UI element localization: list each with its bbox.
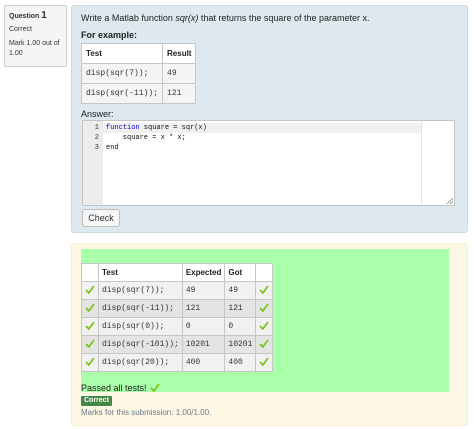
question-label: Question <box>9 13 40 20</box>
results-header-test: Test <box>98 263 183 282</box>
question-formulation: Write a Matlab function sqr(x) that retu… <box>71 5 468 233</box>
results-header-status <box>81 263 99 282</box>
results-pass-box: Test Expected Got disp(sqr(7)); 49 49 di… <box>81 249 449 394</box>
example-row: disp(sqr(-11)); 121 <box>80 83 197 104</box>
resize-handle-icon[interactable] <box>446 197 453 204</box>
code-text: square = sqr(x) <box>139 124 207 132</box>
check-icon <box>255 281 274 300</box>
code-line-1[interactable]: function square = sqr(x) <box>106 123 207 133</box>
editor-scrollbar[interactable] <box>421 121 454 205</box>
example-result-cell: 49 <box>162 63 197 84</box>
question-function-name: sqr(x) <box>175 13 199 23</box>
result-test-cell: disp(sqr(20)); <box>98 353 183 372</box>
line-number: 3 <box>94 144 99 152</box>
check-icon <box>81 299 99 318</box>
results-header-row: Test Expected Got <box>81 263 274 282</box>
question-info-box: Question 1 Correct Mark 1.00 out of 1.00 <box>4 5 67 67</box>
check-icon <box>255 317 274 336</box>
result-row: disp(sqr(-101)); 10201 10201 <box>81 335 274 354</box>
question-text: Write a Matlab function sqr(x) that retu… <box>81 13 369 23</box>
results-table: Test Expected Got disp(sqr(7)); 49 49 di… <box>81 263 274 372</box>
result-expected-cell: 10201 <box>181 335 226 354</box>
example-row: disp(sqr(7)); 49 <box>80 63 197 84</box>
examples-table: Test Result disp(sqr(7)); 49 disp(sqr(-1… <box>80 43 197 104</box>
marks-for-submission: Marks for this submission: 1.00/1.00. <box>81 408 212 417</box>
example-result-cell: 121 <box>162 83 197 104</box>
result-row: disp(sqr(0)); 0 0 <box>81 317 274 336</box>
code-line-2[interactable]: square = x * x; <box>106 133 186 143</box>
results-header-expected: Expected <box>181 263 226 282</box>
result-test-cell: disp(sqr(-101)); <box>98 335 183 354</box>
question-number-value: 1 <box>41 10 47 21</box>
result-got-cell: 0 <box>224 317 257 336</box>
code-editor[interactable]: 1 2 3 function square = sqr(x) square = … <box>82 120 455 206</box>
result-expected-cell: 121 <box>181 299 226 318</box>
passed-all-tests: Passed all tests! <box>81 383 160 394</box>
code-keyword: function <box>106 124 140 132</box>
result-test-cell: disp(sqr(7)); <box>98 281 183 300</box>
results-header-got: Got <box>224 263 257 282</box>
passed-all-tests-label: Passed all tests! <box>81 383 147 393</box>
result-row: disp(sqr(7)); 49 49 <box>81 281 274 300</box>
result-got-cell: 10201 <box>224 335 257 354</box>
question-text-prefix: Write a Matlab function <box>81 13 176 23</box>
result-expected-cell: 400 <box>181 353 226 372</box>
line-number: 1 <box>94 124 99 132</box>
line-number: 2 <box>94 134 99 142</box>
check-button[interactable]: Check <box>82 209 120 227</box>
check-icon <box>81 353 99 372</box>
line-number-gutter: 1 2 3 <box>83 121 103 205</box>
correct-badge: Correct <box>81 396 112 406</box>
result-got-cell: 49 <box>224 281 257 300</box>
results-header-status-right <box>255 263 274 282</box>
result-test-cell: disp(sqr(0)); <box>98 317 183 336</box>
result-row: disp(sqr(20)); 400 400 <box>81 353 274 372</box>
question-grade: Mark 1.00 out of 1.00 <box>9 40 60 57</box>
result-got-cell: 400 <box>224 353 257 372</box>
code-line-3[interactable]: end <box>106 143 119 153</box>
question-number: Question 1 <box>9 10 62 21</box>
check-icon <box>255 299 274 318</box>
question-state: Correct <box>9 26 32 33</box>
result-test-cell: disp(sqr(-11)); <box>98 299 183 318</box>
check-icon <box>255 335 274 354</box>
check-icon <box>81 335 99 354</box>
check-icon <box>81 281 99 300</box>
result-got-cell: 121 <box>224 299 257 318</box>
question-text-suffix: that returns the square of the parameter… <box>198 13 370 23</box>
question-outcome: Test Expected Got disp(sqr(7)); 49 49 di… <box>71 243 468 426</box>
result-expected-cell: 0 <box>181 317 226 336</box>
check-icon <box>149 383 160 394</box>
example-test-cell: disp(sqr(-11)); <box>80 83 164 104</box>
examples-header-test: Test <box>80 43 164 64</box>
check-icon <box>255 353 274 372</box>
for-example-heading: For example: <box>81 30 138 40</box>
check-icon <box>81 317 99 336</box>
example-test-cell: disp(sqr(7)); <box>80 63 164 84</box>
result-row: disp(sqr(-11)); 121 121 <box>81 299 274 318</box>
examples-header-row: Test Result <box>80 43 197 64</box>
result-expected-cell: 49 <box>181 281 226 300</box>
examples-header-result: Result <box>162 43 197 64</box>
answer-label: Answer: <box>81 109 114 119</box>
